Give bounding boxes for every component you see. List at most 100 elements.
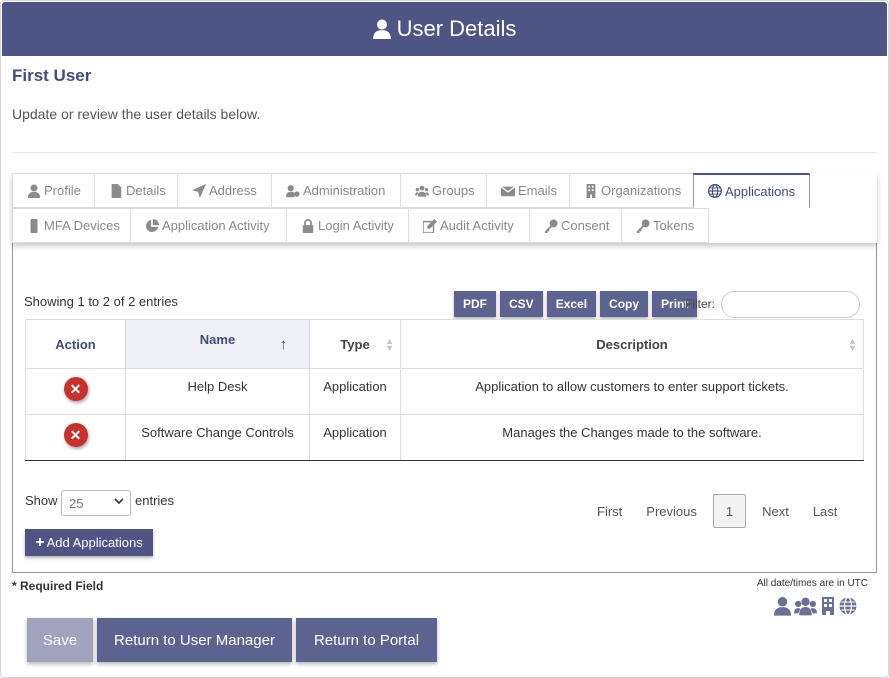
- filter-input[interactable]: [721, 291, 860, 318]
- tab-emails[interactable]: Emails: [486, 173, 570, 208]
- page-subtitle: Update or review the user details below.: [12, 106, 261, 122]
- divider: [12, 152, 877, 153]
- tab-bar: Profile Details Address Administration G…: [12, 173, 877, 243]
- export-pdf-button[interactable]: PDF: [454, 291, 496, 317]
- tab-administration[interactable]: Administration: [271, 173, 401, 208]
- table-row: ✕ Software Change Controls Application M…: [25, 414, 864, 461]
- tab-label: Applications: [725, 183, 796, 199]
- description-cell: Application to allow customers to enter …: [400, 368, 864, 415]
- tab-applications[interactable]: Applications: [693, 173, 810, 208]
- last-page-button[interactable]: Last: [801, 494, 850, 528]
- applications-table: Action Name ↑ Type ▲ ▼ Description ▲ ▼ ✕ H…: [25, 319, 864, 461]
- tab-mfa-devices[interactable]: MFA Devices: [12, 208, 131, 243]
- building-icon: [586, 183, 596, 198]
- tab-label: Address: [209, 183, 257, 198]
- users-icon: [794, 597, 817, 616]
- tab-label: Administration: [303, 183, 386, 198]
- location-arrow-icon: [192, 183, 206, 198]
- column-header-description[interactable]: Description ▲ ▼: [400, 319, 864, 369]
- plus-icon: +: [35, 533, 45, 551]
- tab-application-activity[interactable]: Application Activity: [130, 208, 287, 243]
- export-excel-button[interactable]: Excel: [546, 291, 597, 317]
- tab-audit-activity[interactable]: Audit Activity: [408, 208, 530, 243]
- action-cell: ✕: [25, 414, 126, 461]
- globe-icon: [708, 184, 722, 198]
- next-page-button[interactable]: Next: [750, 494, 801, 528]
- tab-label: Audit Activity: [440, 218, 514, 233]
- export-buttons: PDF CSV Excel Copy Print: [454, 291, 698, 317]
- tab-label: Login Activity: [318, 218, 394, 233]
- building-icon: [822, 597, 834, 615]
- name-cell: Software Change Controls: [125, 414, 310, 461]
- pie-chart-icon: [145, 218, 159, 232]
- tab-label: Groups: [432, 183, 475, 198]
- page-size-select[interactable]: 25: [61, 490, 131, 516]
- column-header-label: Name: [199, 332, 236, 347]
- tab-label: Application Activity: [162, 218, 270, 233]
- entries-label: entries: [135, 493, 175, 508]
- edit-icon: [423, 218, 437, 233]
- page-size-value: 25: [69, 495, 84, 511]
- tab-label: Organizations: [601, 183, 682, 198]
- sort-icon: ▲ ▼: [385, 336, 394, 353]
- user-name-heading: First User: [12, 66, 92, 85]
- legend-icons: [774, 596, 857, 616]
- add-applications-label: Add Applications: [46, 535, 143, 550]
- description-cell: Manages the Changes made to the software…: [400, 414, 864, 461]
- save-button[interactable]: Save: [27, 618, 93, 662]
- chevron-down-icon: [114, 498, 124, 505]
- tab-login-activity[interactable]: Login Activity: [286, 208, 409, 243]
- tab-profile[interactable]: Profile: [12, 173, 95, 208]
- column-header-name[interactable]: Name ↑: [125, 319, 310, 369]
- column-header-action: Action: [25, 319, 126, 369]
- user-icon: [774, 596, 791, 616]
- lock-icon: [302, 218, 314, 233]
- column-header-type[interactable]: Type ▲ ▼: [309, 319, 401, 369]
- users-icon: [415, 185, 429, 197]
- tab-label: MFA Devices: [44, 218, 120, 233]
- return-to-portal-button[interactable]: Return to Portal: [296, 618, 437, 662]
- tab-address[interactable]: Address: [177, 173, 272, 208]
- tab-organizations[interactable]: Organizations: [569, 173, 694, 208]
- delete-icon[interactable]: ✕: [63, 377, 88, 401]
- copy-button[interactable]: Copy: [600, 291, 649, 317]
- sort-icon: ▲ ▼: [848, 336, 857, 353]
- export-csv-button[interactable]: CSV: [500, 291, 543, 317]
- required-field-note: * Required Field: [12, 579, 104, 593]
- page-title: User Details: [396, 16, 517, 41]
- tab-details[interactable]: Details: [94, 173, 178, 208]
- tab-tokens[interactable]: Tokens: [621, 208, 709, 243]
- pagination: First Previous 1 Next Last: [585, 494, 849, 528]
- table-row: ✕ Help Desk Application Application to a…: [25, 368, 864, 415]
- utc-note: All date/times are in UTC: [756, 578, 868, 589]
- globe-icon: [839, 596, 857, 616]
- action-cell: ✕: [25, 368, 126, 415]
- column-header-label: Description: [596, 336, 668, 352]
- file-icon: [111, 183, 122, 198]
- key-icon: [544, 218, 558, 233]
- mobile-icon: [30, 218, 38, 233]
- tab-groups[interactable]: Groups: [400, 173, 487, 208]
- page-header: User Details: [2, 2, 887, 56]
- column-header-label: Type: [340, 336, 370, 352]
- previous-page-button[interactable]: Previous: [634, 494, 709, 528]
- tab-row-2: MFA Devices Application Activity Login A…: [12, 208, 709, 243]
- delete-icon[interactable]: ✕: [63, 423, 88, 447]
- type-cell: Application: [309, 414, 401, 461]
- sort-ascending-icon: ↑: [279, 336, 288, 353]
- add-applications-button[interactable]: + Add Applications: [25, 529, 153, 556]
- user-gear-icon: [286, 184, 300, 197]
- current-page-button[interactable]: 1: [712, 494, 747, 528]
- first-page-button[interactable]: First: [585, 494, 634, 528]
- tab-label: Tokens: [653, 218, 695, 233]
- type-cell: Application: [309, 368, 401, 415]
- tab-row-1: Profile Details Address Administration G…: [12, 173, 810, 208]
- tab-label: Emails: [518, 183, 558, 198]
- filter-label: Filter:: [685, 297, 715, 311]
- return-to-user-manager-button[interactable]: Return to User Manager: [97, 618, 292, 662]
- tab-label: Details: [126, 183, 166, 198]
- user-icon: [372, 19, 391, 39]
- user-icon: [27, 183, 41, 198]
- show-label: Show: [25, 493, 58, 508]
- tab-consent[interactable]: Consent: [529, 208, 622, 243]
